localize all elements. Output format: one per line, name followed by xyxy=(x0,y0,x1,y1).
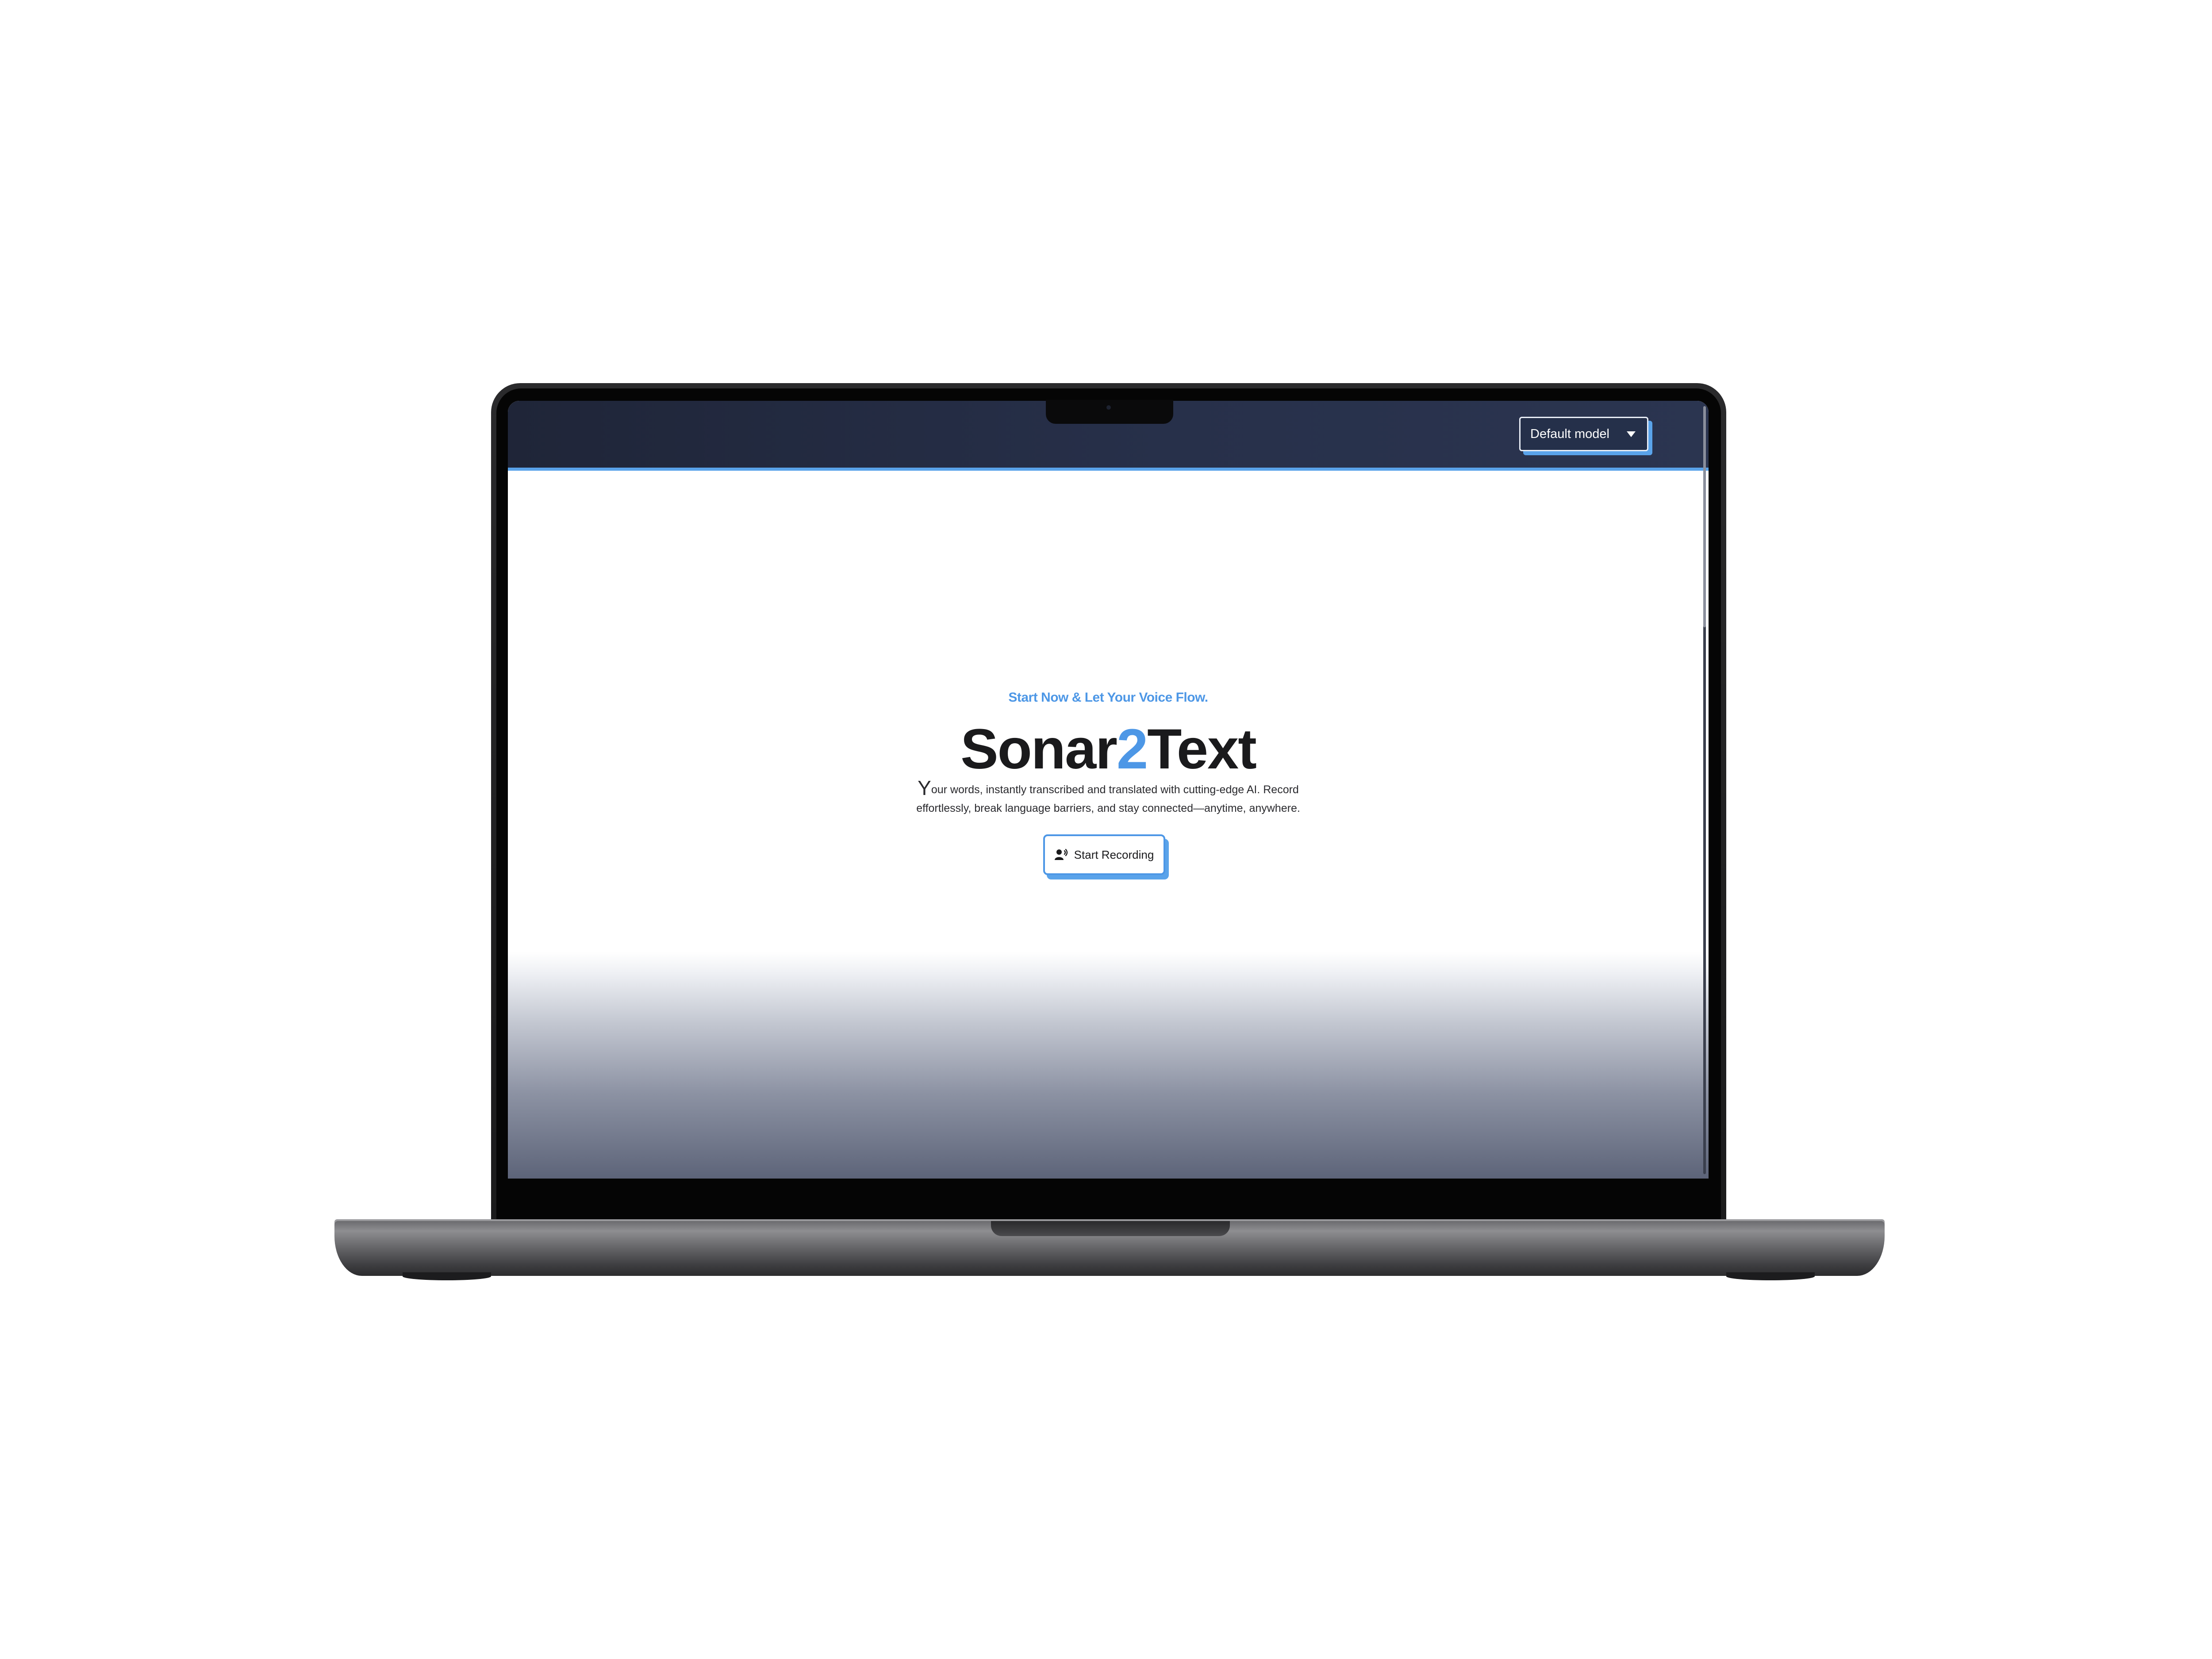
brand-title-part1: Sonar xyxy=(960,718,1118,781)
hero-description: Your words, instantly transcribed and tr… xyxy=(902,778,1314,818)
laptop-screen: Default model Start Now & Let Your Voice… xyxy=(508,401,1709,1179)
brand-title-accent: 2 xyxy=(1116,718,1148,781)
start-recording-label: Start Recording xyxy=(1074,848,1154,861)
brand-title-part3: Text xyxy=(1147,718,1257,781)
hero-tagline: Start Now & Let Your Voice Flow. xyxy=(1008,690,1208,705)
camera-icon xyxy=(1106,405,1111,410)
brand-title: Sonar2Text xyxy=(508,721,1709,778)
model-select-value: Default model xyxy=(1530,426,1609,441)
start-recording-button[interactable]: Start Recording xyxy=(1043,834,1165,875)
mockup-scene: Default model Start Now & Let Your Voice… xyxy=(0,0,2212,1659)
voice-user-icon xyxy=(1054,849,1068,861)
laptop-foot-left xyxy=(403,1272,491,1280)
scrollbar-thumb[interactable] xyxy=(1703,406,1706,627)
caret-down-icon xyxy=(1627,431,1636,437)
model-select[interactable]: Default model xyxy=(1519,417,1648,451)
description-text: our words, instantly transcribed and tra… xyxy=(916,783,1300,814)
hero-section: Start Now & Let Your Voice Flow. Sonar2T… xyxy=(508,471,1709,1179)
laptop-foot-right xyxy=(1726,1272,1815,1280)
laptop-hinge-notch xyxy=(991,1221,1230,1236)
page-scrollbar[interactable] xyxy=(1703,406,1706,1174)
description-dropcap: Y xyxy=(918,776,931,799)
camera-notch xyxy=(1046,400,1173,424)
